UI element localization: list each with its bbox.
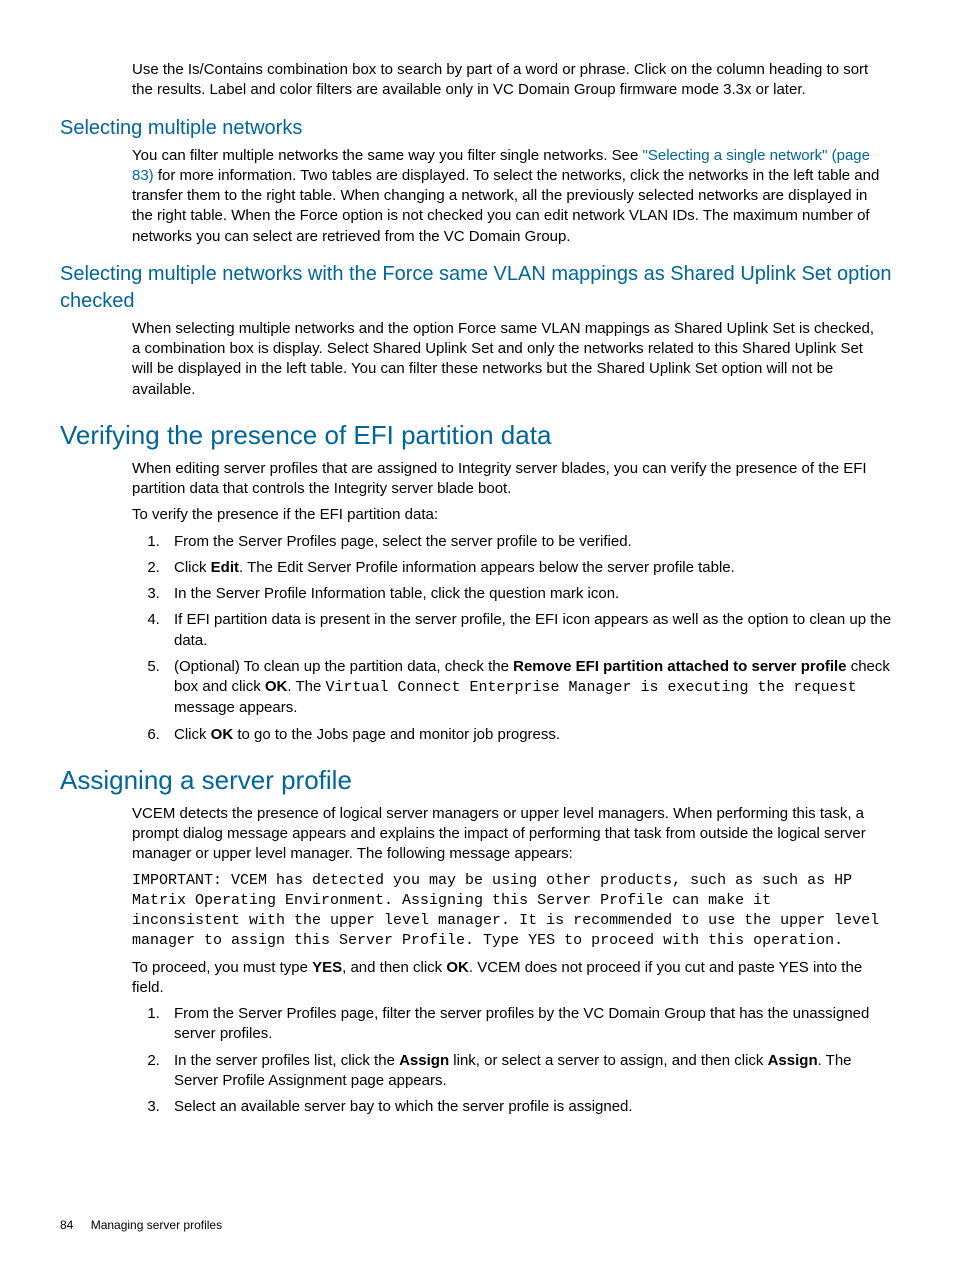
sec4-paragraph-2: To proceed, you must type YES, and then … xyxy=(132,958,884,999)
heading-selecting-multiple-networks: Selecting multiple networks xyxy=(60,115,894,142)
mono-message: Virtual Connect Enterprise Manager is ex… xyxy=(325,679,856,696)
list-item: From the Server Profiles page, select th… xyxy=(164,532,894,552)
intro-paragraph: Use the Is/Contains combination box to s… xyxy=(132,60,884,101)
sec2-paragraph: When selecting multiple networks and the… xyxy=(132,319,884,400)
sec4-code-message: IMPORTANT: VCEM has detected you may be … xyxy=(132,871,884,952)
sec3-paragraph-1: When editing server profiles that are as… xyxy=(132,459,884,500)
text: . The xyxy=(287,678,325,695)
list-item: In the server profiles list, click the A… xyxy=(164,1051,894,1092)
list-item: Click Edit. The Edit Server Profile info… xyxy=(164,558,894,578)
sec1-paragraph: You can filter multiple networks the sam… xyxy=(132,146,884,247)
list-item: Select an available server bay to which … xyxy=(164,1097,894,1117)
list-item: In the Server Profile Information table,… xyxy=(164,584,894,604)
bold-assign: Assign xyxy=(768,1052,818,1069)
bold-edit: Edit xyxy=(211,559,239,576)
list-item: If EFI partition data is present in the … xyxy=(164,610,894,651)
sec4-steps: From the Server Profiles page, filter th… xyxy=(60,1004,894,1117)
bold-ok: OK xyxy=(265,678,288,695)
sec4-paragraph-1: VCEM detects the presence of logical ser… xyxy=(132,804,884,865)
page-number: 84 xyxy=(60,1218,73,1232)
sec3-paragraph-2: To verify the presence if the EFI partit… xyxy=(132,505,884,525)
footer-chapter: Managing server profiles xyxy=(91,1218,222,1232)
bold-remove-efi: Remove EFI partition attached to server … xyxy=(513,658,846,675)
text: link, or select a server to assign, and … xyxy=(449,1052,767,1069)
text: In the server profiles list, click the xyxy=(174,1052,399,1069)
heading-assigning-server-profile: Assigning a server profile xyxy=(60,763,894,798)
text: You can filter multiple networks the sam… xyxy=(132,147,643,164)
text: message appears. xyxy=(174,699,297,716)
bold-ok: OK xyxy=(446,959,469,976)
bold-ok: OK xyxy=(211,726,234,743)
text: Click xyxy=(174,726,211,743)
text: (Optional) To clean up the partition dat… xyxy=(174,658,513,675)
list-item: (Optional) To clean up the partition dat… xyxy=(164,657,894,719)
text: . The Edit Server Profile information ap… xyxy=(239,559,735,576)
text: , and then click xyxy=(342,959,446,976)
bold-assign: Assign xyxy=(399,1052,449,1069)
list-item: Click OK to go to the Jobs page and moni… xyxy=(164,725,894,745)
list-item: From the Server Profiles page, filter th… xyxy=(164,1004,894,1045)
text: To proceed, you must type xyxy=(132,959,312,976)
page-footer: 84 Managing server profiles xyxy=(60,1217,222,1233)
text: for more information. Two tables are dis… xyxy=(132,167,879,245)
sec3-steps: From the Server Profiles page, select th… xyxy=(60,532,894,745)
heading-force-vlan-mappings: Selecting multiple networks with the For… xyxy=(60,261,894,315)
bold-yes: YES xyxy=(312,959,342,976)
heading-verifying-efi: Verifying the presence of EFI partition … xyxy=(60,418,894,453)
text: Click xyxy=(174,559,211,576)
text: to go to the Jobs page and monitor job p… xyxy=(233,726,560,743)
